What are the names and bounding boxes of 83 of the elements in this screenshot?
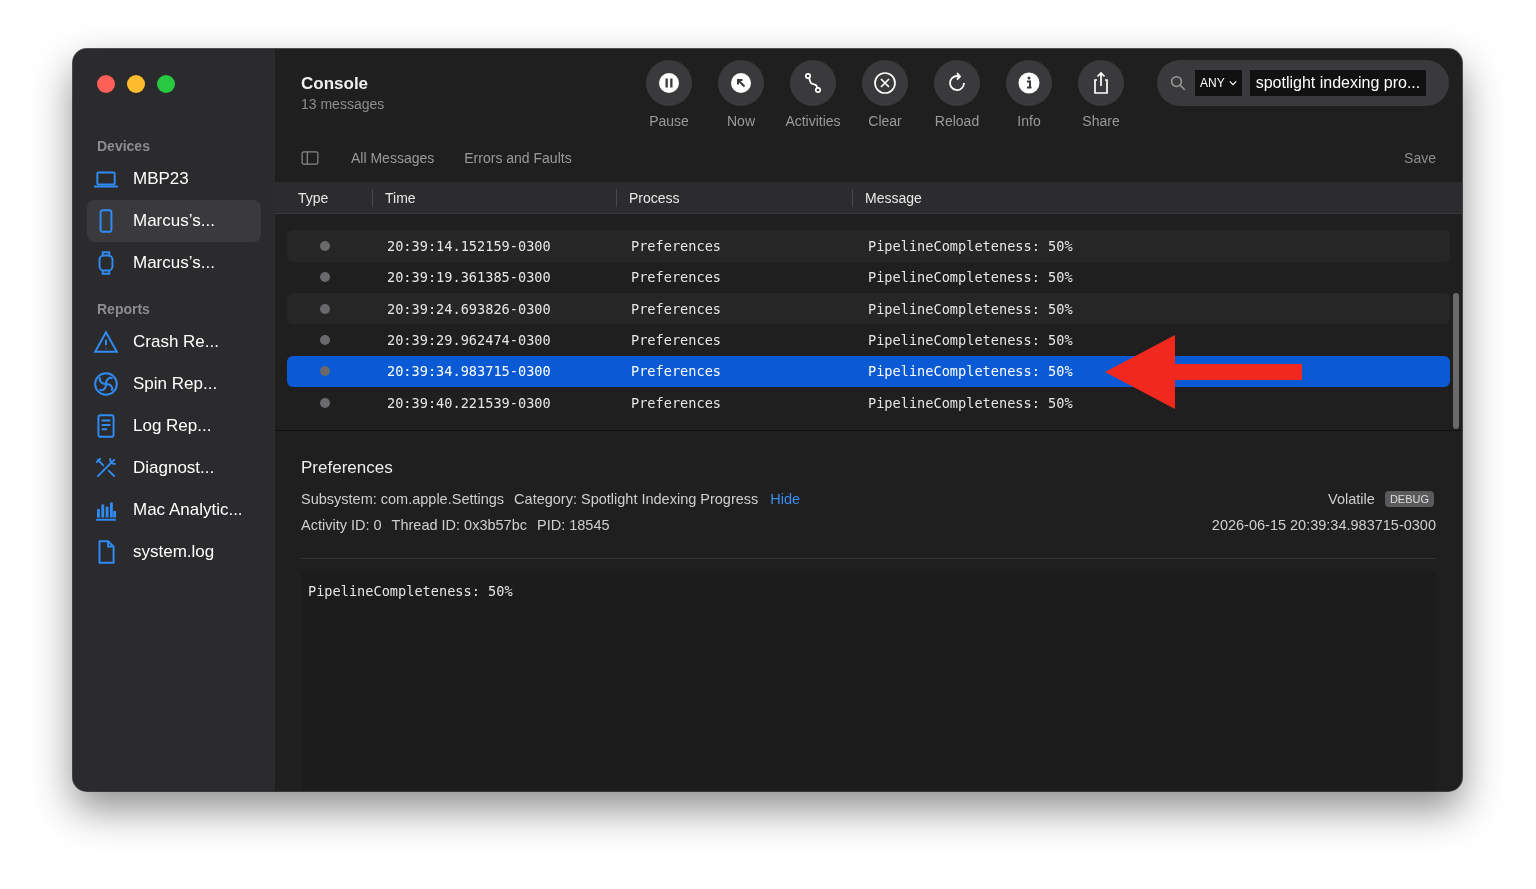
- log-row[interactable]: 20:39:24.693826-0300 Preferences PipelineCompleteness: 50%: [287, 293, 1450, 325]
- sidebar-item[interactable]: Marcus’s...: [87, 200, 261, 242]
- subsystem-text: Subsystem: com.apple.Settings: [301, 491, 505, 507]
- zoom-button[interactable]: [157, 75, 175, 93]
- log-row[interactable]: 20:39:34.983715-0300 Preferences PipelineCompleteness: 50%: [287, 355, 1450, 387]
- category-text: Category: Spotlight Indexing Progress: [514, 491, 759, 507]
- toolbar-button[interactable]: Now: [709, 60, 773, 129]
- save-button[interactable]: Save: [1398, 148, 1442, 167]
- close-button[interactable]: [97, 75, 115, 93]
- section-heading: Devices: [96, 137, 151, 156]
- log-row[interactable]: 20:39:19.361385-0300 Preferences PipelineCompleteness: 50%: [287, 261, 1450, 293]
- info-icon: [1017, 71, 1041, 95]
- time-cell-text: 20:39:14.152159-0300: [387, 238, 552, 255]
- column-header[interactable]: Type: [275, 188, 372, 207]
- timestamp: 2026-06-15 20:39:34.983715-0300: [1211, 517, 1436, 533]
- sidebar-item[interactable]: Spin Rep...: [87, 363, 261, 405]
- sidebar-item[interactable]: system.log: [87, 531, 261, 573]
- filter-button[interactable]: Errors and Faults: [464, 149, 572, 166]
- sidebar-item[interactable]: Log Rep...: [87, 405, 261, 447]
- column-header[interactable]: Message: [852, 188, 1462, 207]
- debug-badge: DEBUG: [1384, 491, 1434, 507]
- column-header[interactable]: Time: [372, 188, 616, 207]
- warning-icon: [93, 329, 119, 355]
- time-cell-text: 20:39:40.221539-0300: [387, 394, 552, 411]
- pinwheel-icon: [93, 371, 119, 397]
- window-title: Console: [301, 74, 370, 94]
- process-cell-text: Preferences: [631, 331, 723, 348]
- scope-dropdown[interactable]: ANY: [1195, 70, 1242, 96]
- process-cell-text: Preferences: [631, 300, 723, 317]
- volatile-label: Volatile: [1328, 491, 1375, 507]
- scrollbar[interactable]: [1453, 293, 1459, 430]
- message-cell: PipelineCompleteness: 50%: [868, 238, 1073, 255]
- column-header[interactable]: Process: [616, 188, 852, 207]
- message-count: 13 messages: [301, 96, 386, 112]
- thread-id: Thread ID: 0x3b57bc: [391, 517, 527, 533]
- type-dot: [320, 303, 330, 314]
- toolbar-button[interactable]: Share: [1069, 60, 1133, 129]
- toolbar-button[interactable]: Clear: [853, 60, 917, 129]
- sidebar-item[interactable]: Crash Re...: [87, 321, 261, 363]
- message-cell: PipelineCompleteness: 50%: [868, 300, 1073, 317]
- log-row[interactable]: 20:39:29.962474-0300 Preferences PipelineCompleteness: 50%: [287, 324, 1450, 356]
- message-cell: PipelineCompleteness: 50%: [868, 363, 1073, 380]
- section-heading: Reports: [96, 300, 151, 319]
- sidebar-toggle-icon[interactable]: [301, 150, 319, 165]
- clear-icon: [873, 71, 897, 95]
- time-cell-text: 20:39:24.693826-0300: [387, 300, 552, 317]
- process-cell-text: Preferences: [631, 238, 723, 255]
- toolbar-button[interactable]: Reload: [925, 60, 989, 129]
- type-dot: [320, 241, 330, 252]
- toolbar-button[interactable]: Pause: [637, 60, 701, 129]
- search-icon: [1169, 74, 1187, 92]
- filter-button[interactable]: All Messages: [351, 149, 435, 166]
- log-row[interactable]: 20:39:40.221539-0300 Preferences PipelineCompleteness: 50%: [287, 386, 1450, 419]
- process-cell-text: Preferences: [631, 394, 723, 411]
- time-cell-text: 20:39:19.361385-0300: [387, 269, 552, 286]
- sidebar-item[interactable]: Diagnost...: [87, 447, 261, 489]
- sidebar-item[interactable]: Marcus’s...: [87, 242, 261, 284]
- process-cell-text: Preferences: [631, 269, 723, 286]
- activity-id: Activity ID: 0: [301, 517, 382, 533]
- type-dot: [320, 334, 330, 345]
- type-dot: [320, 397, 330, 408]
- toolbar-button[interactable]: Info: [997, 60, 1061, 129]
- process-cell-text: Preferences: [631, 363, 723, 380]
- chevron-icon: [1228, 80, 1237, 86]
- sidebar-item[interactable]: MBP23: [87, 158, 261, 200]
- hide-link[interactable]: Hide: [770, 491, 801, 507]
- toolbar-button[interactable]: Activities: [781, 60, 845, 129]
- log-row[interactable]: 20:39:14.152159-0300 Preferences PipelineCompleteness: 50%: [287, 230, 1450, 262]
- message-text: PipelineCompleteness: 50%: [308, 583, 513, 599]
- message-cell: PipelineCompleteness: 50%: [868, 331, 1073, 348]
- detail-process: Preferences: [301, 458, 394, 478]
- search-token: spotlight indexing pro...: [1249, 70, 1427, 96]
- pause-icon: [657, 71, 681, 95]
- sidebar-item[interactable]: Mac Analytic...: [87, 489, 261, 531]
- minimize-button[interactable]: [127, 75, 145, 93]
- time-cell-text: 20:39:29.962474-0300: [387, 331, 552, 348]
- message-cell: PipelineCompleteness: 50%: [868, 269, 1073, 286]
- time-cell-text: 20:39:34.983715-0300: [387, 363, 552, 380]
- pid-text: PID: 18545: [537, 517, 610, 533]
- type-dot: [320, 272, 330, 283]
- type-dot: [320, 366, 330, 377]
- search-field[interactable]: ANY spotlight indexing pro...: [1157, 60, 1449, 106]
- message-cell: PipelineCompleteness: 50%: [868, 394, 1073, 411]
